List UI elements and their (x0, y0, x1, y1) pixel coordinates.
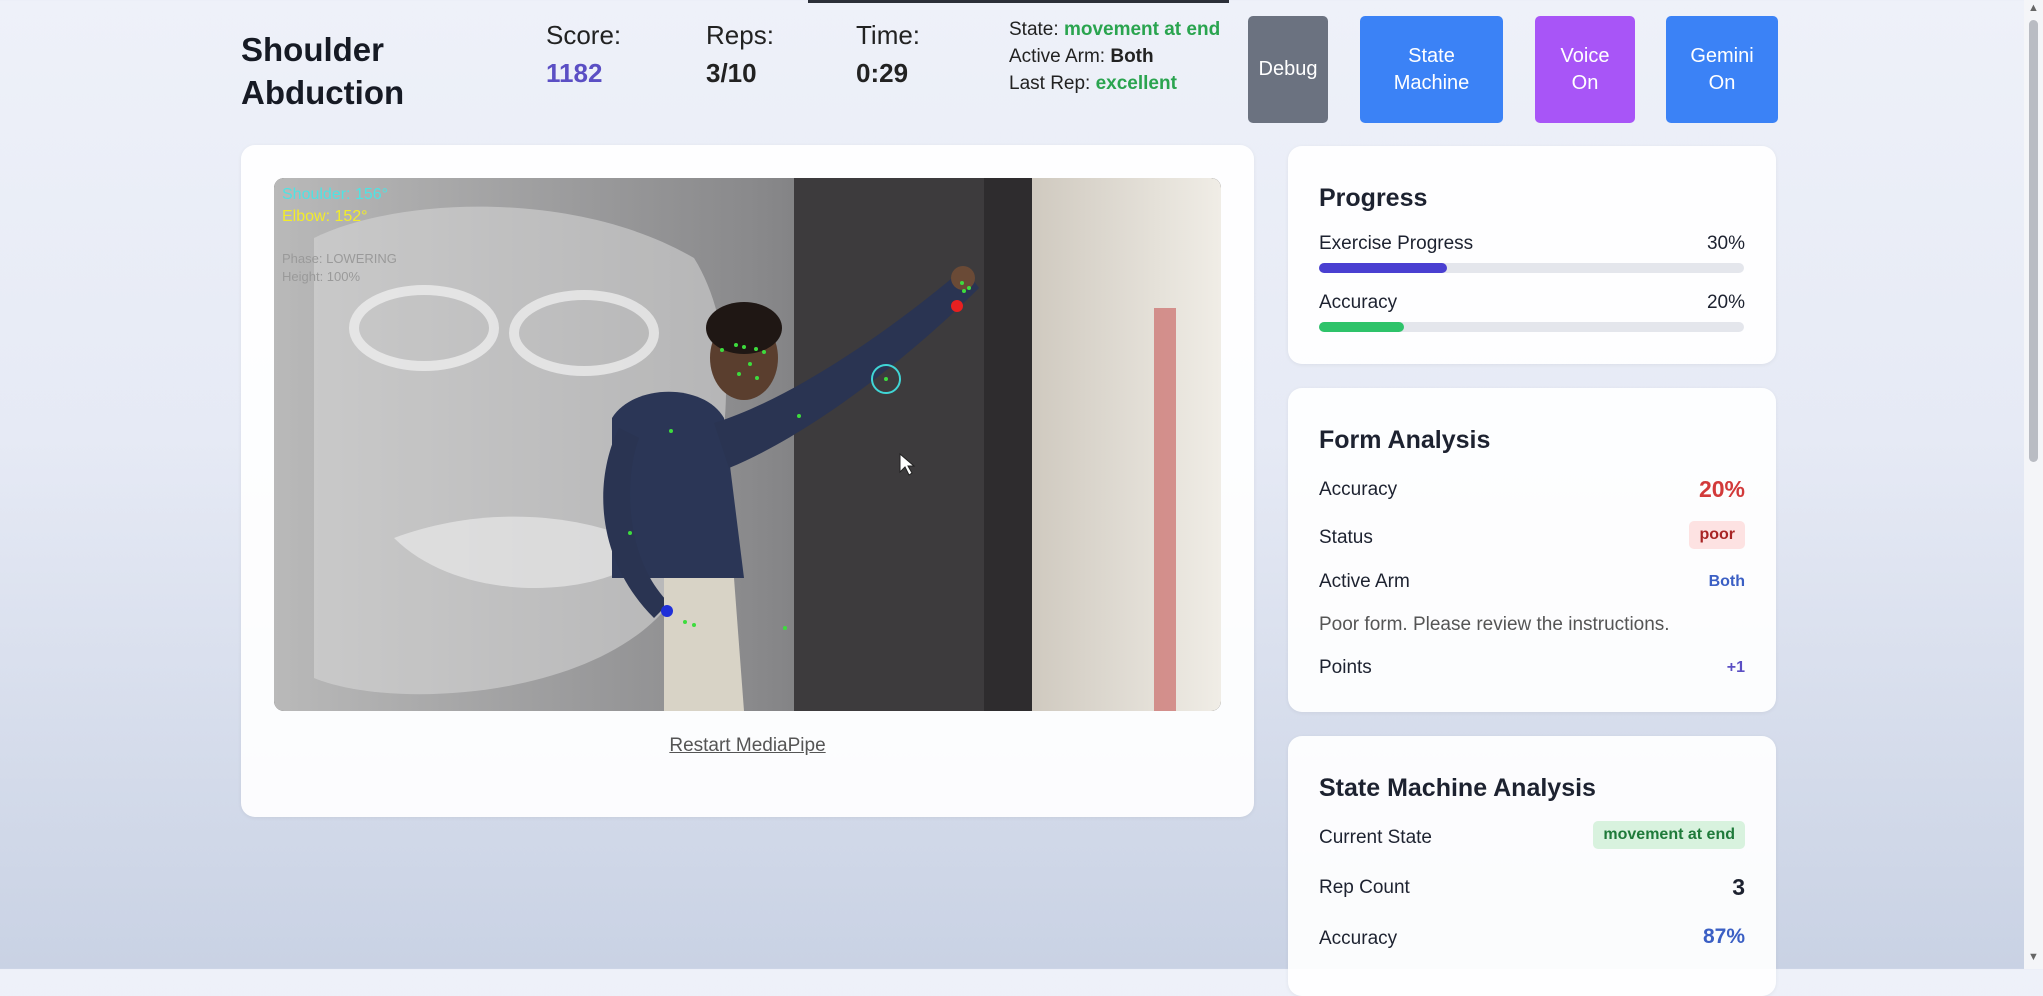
status-badge: poor (1689, 521, 1745, 549)
current-state-badge: movement at end (1593, 821, 1745, 849)
current-state-label: Current State (1319, 827, 1432, 848)
dark-panel (794, 178, 1004, 711)
sm-accuracy-label: Accuracy (1319, 928, 1398, 949)
wrist-marker-red (951, 300, 963, 312)
form-feedback-message: Poor form. Please review the instruction… (1319, 614, 1670, 635)
header: Shoulder Abduction Score: 1182 Reps: 3/1… (0, 0, 2020, 140)
progress-card: Progress Exercise Progress 30% Accuracy … (1288, 146, 1776, 364)
form-points-value: +1 (1726, 659, 1745, 676)
form-points-label: Points (1319, 657, 1372, 678)
last-rep-label: Last Rep: (1009, 73, 1091, 94)
state-machine-title: State Machine Analysis (1319, 774, 1596, 802)
overlay-phase: Phase: LOWERING (282, 251, 397, 266)
page-scrollbar[interactable]: ▲ ▼ (2024, 0, 2043, 969)
state-machine-button[interactable]: State Machine (1360, 16, 1503, 123)
sm-accuracy-value: 87% (1702, 925, 1745, 948)
exercise-progress-fill (1319, 263, 1447, 273)
accuracy-progress-fill (1319, 322, 1404, 332)
person-trousers (664, 578, 744, 711)
state-info: State: movement at end Active Arm: Both … (1009, 16, 1239, 97)
time-label: Time: (856, 20, 921, 50)
form-accuracy-value: 20% (1698, 476, 1745, 502)
form-analysis-card: Form Analysis Accuracy 20% Status poor A… (1288, 388, 1776, 712)
form-active-arm-value: Both (1708, 573, 1745, 590)
state-label: State: (1009, 19, 1059, 40)
scroll-up-icon[interactable]: ▲ (2028, 2, 2039, 14)
camera-scene (274, 178, 1221, 711)
progress-accuracy-value: 20% (1706, 292, 1745, 313)
progress-title: Progress (1319, 184, 1428, 212)
score-value: 1182 (546, 58, 603, 88)
state-value: movement at end (1063, 19, 1221, 40)
active-arm-value: Both (1110, 46, 1154, 67)
overlay-elbow: Elbow: 152° (282, 208, 368, 225)
form-active-arm-label: Active Arm (1319, 571, 1410, 592)
debug-button[interactable]: Debug (1248, 16, 1328, 123)
form-analysis-title: Form Analysis (1319, 426, 1491, 454)
time-value: 0:29 (856, 58, 909, 88)
overlay-readouts: Shoulder: 156° Elbow: 152° Phase: LOWERI… (282, 184, 397, 286)
form-status-label: Status (1319, 527, 1373, 548)
rep-count-value: 3 (1732, 874, 1745, 900)
wrist-marker-blue (661, 605, 673, 617)
door-frame (984, 178, 1032, 711)
accuracy-progress-bar (1319, 322, 1744, 332)
form-accuracy-label: Accuracy (1319, 479, 1398, 500)
exercise-progress-bar (1319, 263, 1744, 273)
voice-toggle-button[interactable]: Voice On (1535, 16, 1635, 123)
page-title: Shoulder Abduction (241, 31, 405, 111)
red-door (1154, 308, 1176, 711)
state-machine-card: State Machine Analysis Current State mov… (1288, 736, 1776, 996)
score-label: Score: (546, 20, 622, 50)
restart-mediapipe-link[interactable]: Restart MediaPipe (241, 735, 1254, 757)
overlay-shoulder: Shoulder: 156° (282, 186, 389, 203)
person-raised-hand (951, 266, 975, 290)
last-rep-value: excellent (1095, 73, 1177, 94)
reps-label: Reps: (706, 20, 774, 50)
scrollbar-thumb[interactable] (2029, 20, 2038, 462)
camera-card: Shoulder: 156° Elbow: 152° Phase: LOWERI… (241, 145, 1254, 817)
exercise-progress-label: Exercise Progress (1319, 233, 1474, 254)
rep-count-label: Rep Count (1319, 877, 1410, 898)
hallway (1029, 178, 1221, 711)
scroll-down-icon[interactable]: ▼ (2028, 951, 2039, 963)
gemini-toggle-button[interactable]: Gemini On (1666, 16, 1778, 123)
reps-value: 3/10 (706, 58, 757, 88)
landmark-dot (884, 377, 888, 381)
active-arm-label: Active Arm: (1009, 46, 1106, 67)
overlay-height: Height: 100% (282, 269, 361, 284)
exercise-progress-value: 30% (1706, 233, 1745, 254)
progress-accuracy-label: Accuracy (1319, 292, 1398, 313)
camera-feed: Shoulder: 156° Elbow: 152° Phase: LOWERI… (274, 178, 1221, 711)
